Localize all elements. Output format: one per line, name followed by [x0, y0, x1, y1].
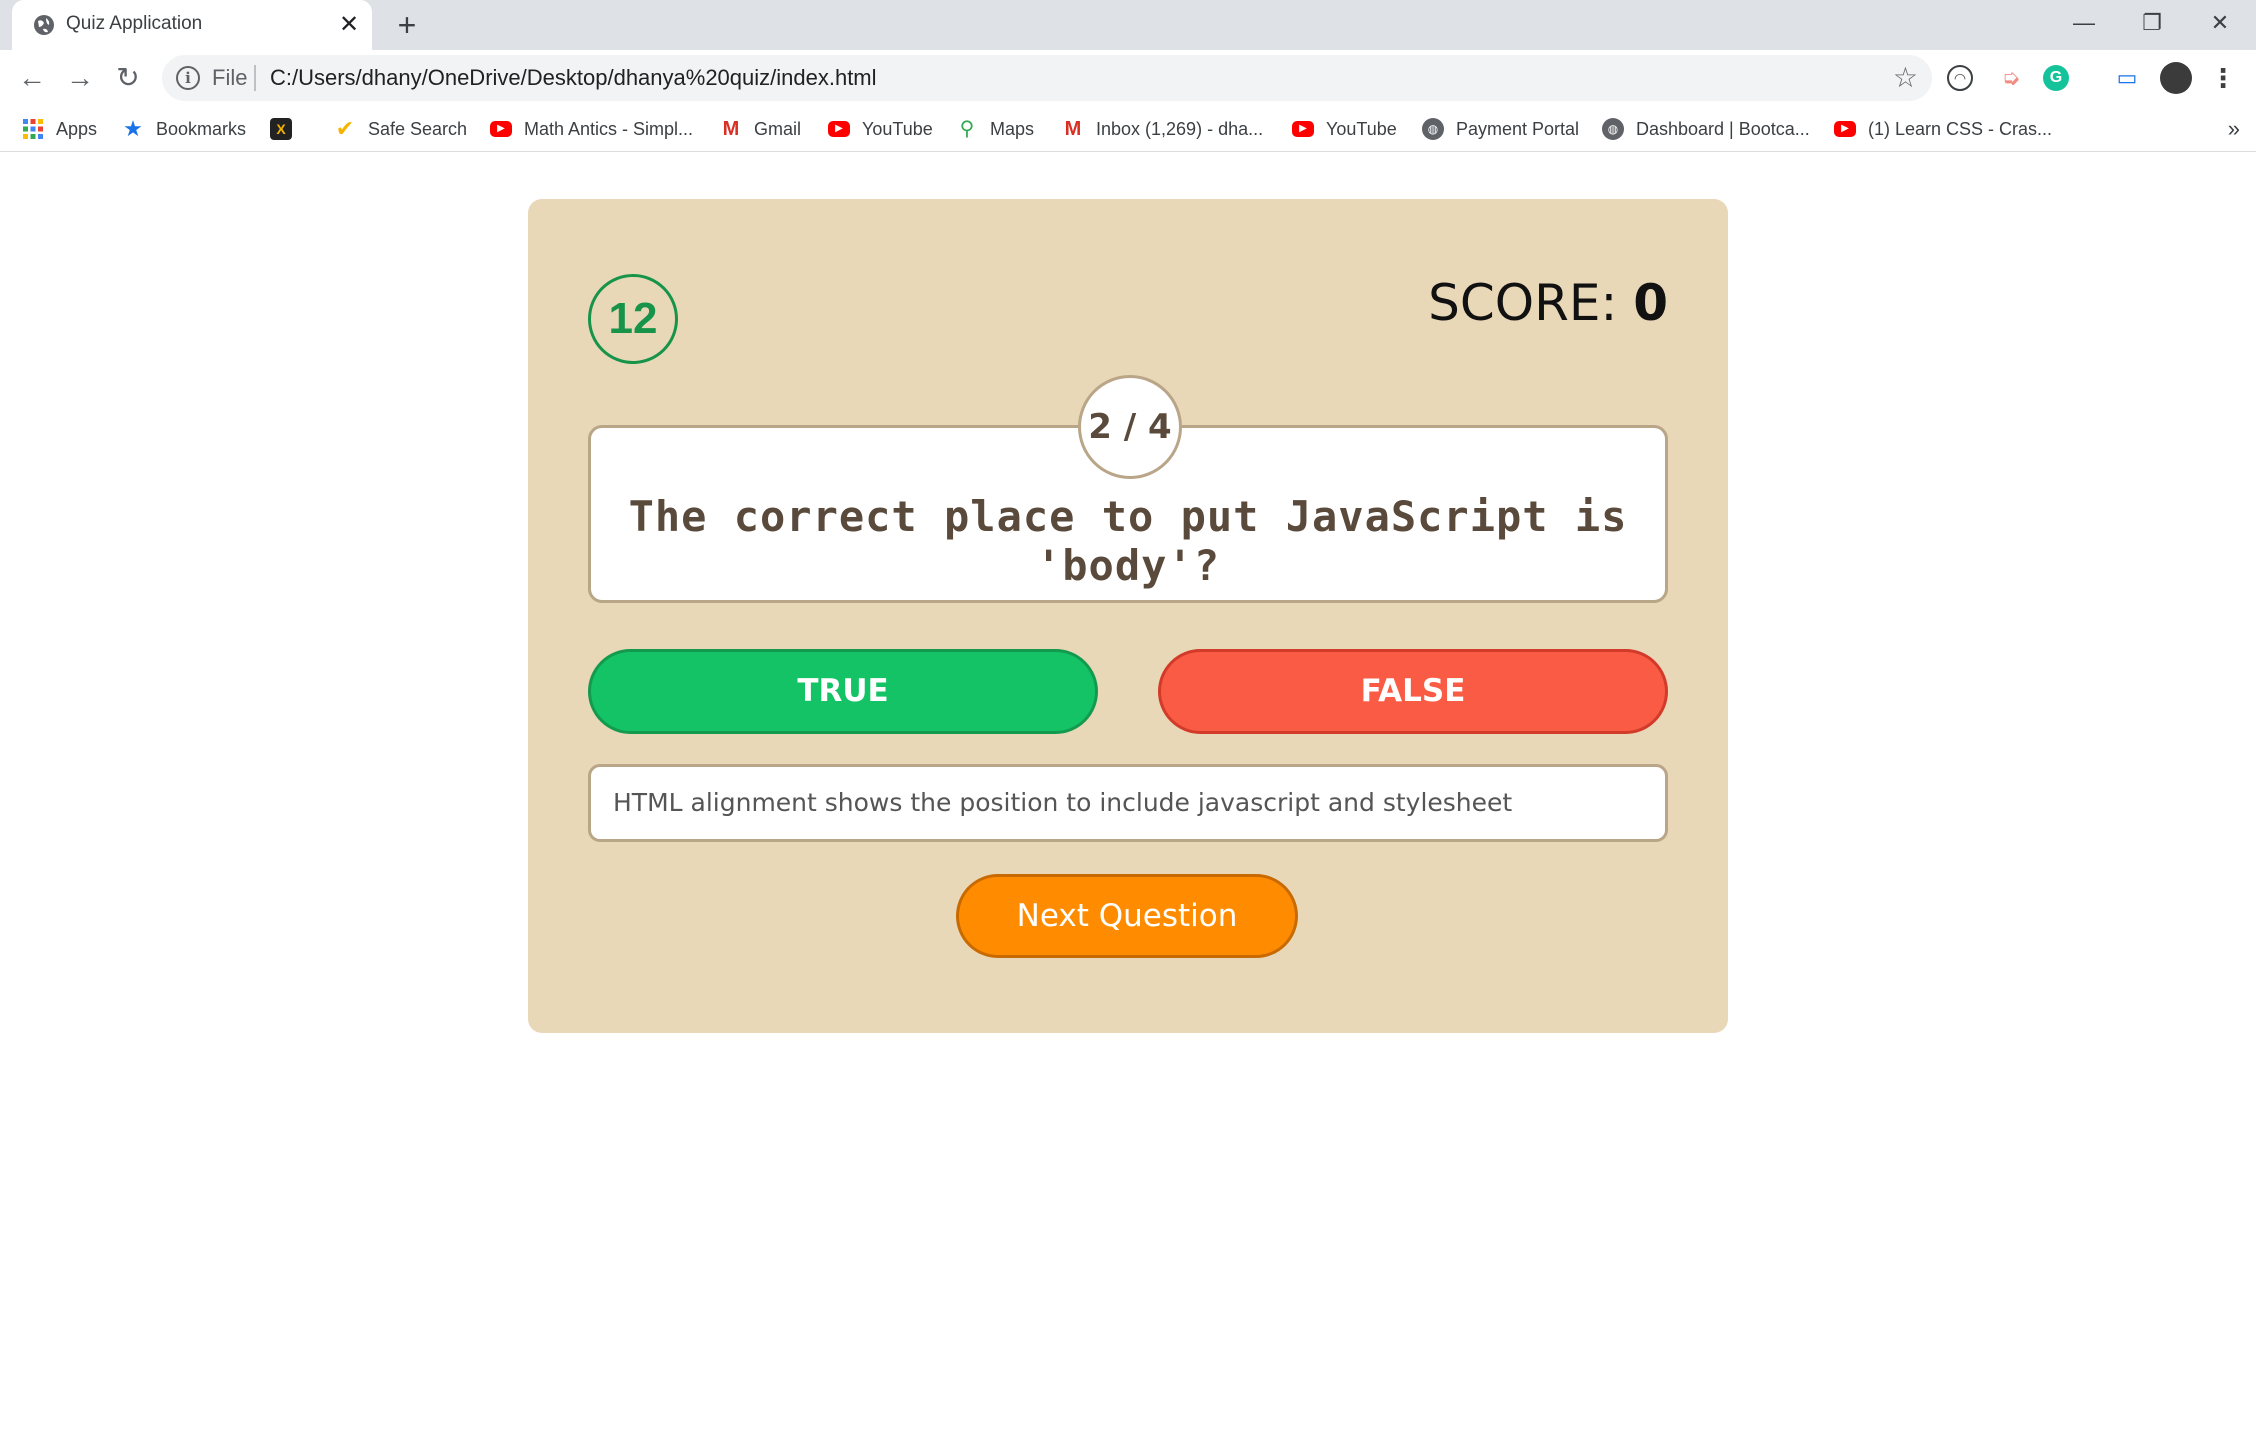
bookmark-gmail[interactable]: M Gmail — [720, 114, 801, 144]
bookmark-star-icon[interactable]: ☆ — [1893, 61, 1918, 94]
divider — [254, 65, 256, 91]
bookmark-label: Inbox (1,269) - dha... — [1096, 118, 1264, 139]
bookmark-app-logo[interactable]: X — [270, 114, 304, 144]
restore-icon[interactable]: ❐ — [2122, 6, 2182, 40]
url-text[interactable]: C:/Users/dhany/OneDrive/Desktop/dhanya%2… — [270, 65, 877, 91]
quiz-card: 12 SCORE: 0 The correct place to put Jav… — [528, 199, 1728, 1033]
bookmark-label: Apps — [56, 118, 98, 139]
youtube-icon: ▶ — [1292, 121, 1314, 137]
false-button[interactable]: FALSE — [1158, 649, 1668, 734]
bookmark-safe-search[interactable]: ✔ Safe Search — [334, 114, 467, 144]
bookmark-youtube[interactable]: ▶ YouTube — [828, 114, 933, 144]
question-counter: 2 / 4 — [1078, 375, 1182, 479]
grammarly-icon[interactable]: G — [2043, 65, 2069, 91]
bookmark-label: (1) Learn CSS - Cras... — [1868, 118, 2053, 139]
tab-strip: Quiz Application ✕ + — ❐ ✕ — [0, 0, 2256, 50]
avatar[interactable] — [2160, 62, 2192, 94]
globe-icon: ◍ — [1422, 118, 1444, 140]
bookmark-youtube-2[interactable]: ▶ YouTube — [1292, 114, 1397, 144]
bookmark-inbox[interactable]: M Inbox (1,269) - dha... — [1062, 114, 1263, 144]
bookmark-label: Gmail — [754, 118, 802, 139]
info-icon[interactable]: i — [176, 66, 200, 90]
score-value: 0 — [1633, 274, 1668, 332]
next-question-button[interactable]: Next Question — [956, 874, 1298, 958]
bookmark-label: Math Antics - Simpl... — [524, 118, 694, 139]
close-tab-icon[interactable]: ✕ — [334, 10, 364, 40]
reload-icon[interactable]: ↻ — [110, 60, 146, 96]
bookmark-label: Safe Search — [368, 118, 468, 139]
bookmark-label: Maps — [990, 118, 1035, 139]
star-icon: ★ — [123, 116, 143, 141]
close-window-icon[interactable]: ✕ — [2190, 6, 2250, 40]
menu-icon[interactable]: ⋮ — [2206, 61, 2240, 95]
score-label: SCORE: — [1428, 274, 1634, 332]
bookmark-label: Dashboard | Bootca... — [1636, 118, 1810, 139]
bookmark-bookmarks[interactable]: ★ Bookmarks — [122, 114, 246, 144]
true-button[interactable]: TRUE — [588, 649, 1098, 734]
cast-icon[interactable]: ▭ — [2110, 61, 2144, 95]
headphones-icon[interactable]: ◠ — [1947, 65, 1973, 91]
back-icon[interactable]: ← — [14, 60, 50, 96]
bookmark-math-antics[interactable]: ▶ Math Antics - Simpl... — [490, 114, 693, 144]
bookmark-apps[interactable]: Apps — [22, 114, 97, 144]
cast-arrow-icon[interactable]: ➭ — [1994, 61, 2028, 95]
youtube-icon: ▶ — [1834, 121, 1856, 137]
forward-icon[interactable]: → — [62, 60, 98, 96]
gmail-icon: M — [722, 118, 740, 140]
maps-pin-icon: ⚲ — [959, 118, 975, 140]
minimize-icon[interactable]: — — [2054, 6, 2114, 40]
bookmark-maps[interactable]: ⚲ Maps — [956, 114, 1034, 144]
gmail-icon: M — [1064, 118, 1082, 140]
globe-icon — [34, 15, 54, 35]
app-logo-icon: X — [270, 118, 292, 140]
bookmark-dashboard[interactable]: ◍ Dashboard | Bootca... — [1602, 114, 1810, 144]
bookmark-payment-portal[interactable]: ◍ Payment Portal — [1422, 114, 1579, 144]
bookmark-learn-css[interactable]: ▶ (1) Learn CSS - Cras... — [1834, 114, 2052, 144]
address-bar[interactable]: i File C:/Users/dhany/OneDrive/Desktop/d… — [162, 55, 1932, 101]
youtube-icon: ▶ — [490, 121, 512, 137]
check-icon: ✔ — [335, 116, 355, 141]
score: SCORE: 0 — [1428, 274, 1668, 332]
scheme-label: File — [212, 65, 248, 90]
tab-quiz-application[interactable]: Quiz Application ✕ — [12, 0, 372, 50]
bookmark-label: YouTube — [1326, 118, 1397, 139]
new-tab-button[interactable]: + — [390, 8, 424, 42]
globe-icon: ◍ — [1602, 118, 1624, 140]
browser-toolbar: ← → ↻ i File C:/Users/dhany/OneDrive/Des… — [0, 50, 2256, 106]
tab-title: Quiz Application — [66, 13, 203, 34]
bookmarks-bar: Apps ★ Bookmarks X ✔ Safe Search ▶ Math … — [0, 106, 2256, 152]
timer: 12 — [588, 274, 678, 364]
youtube-icon: ▶ — [828, 121, 850, 137]
question-text: The correct place to put JavaScript is '… — [628, 492, 1628, 590]
bookmark-label: Bookmarks — [156, 118, 247, 139]
apps-grid-icon — [22, 118, 44, 140]
explanation-box: HTML alignment shows the position to inc… — [588, 764, 1668, 842]
bookmark-label: YouTube — [862, 118, 933, 139]
bookmark-label: Payment Portal — [1456, 118, 1580, 139]
bookmarks-more-icon[interactable]: » — [2228, 116, 2240, 142]
